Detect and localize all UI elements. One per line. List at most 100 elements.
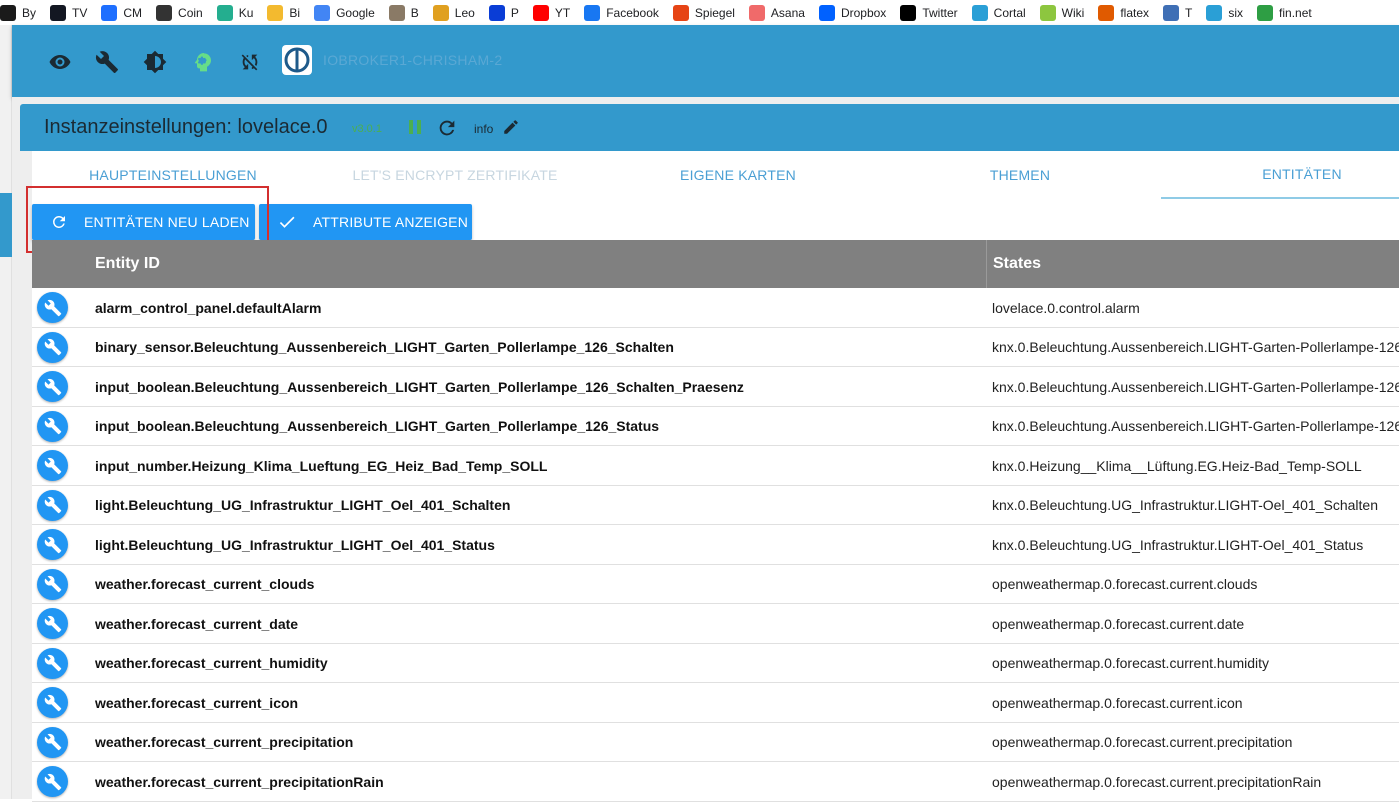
wrench-icon[interactable]	[94, 49, 120, 75]
edit-entity-wrench-icon[interactable]	[37, 568, 68, 600]
bookmark-p[interactable]: P	[488, 0, 519, 25]
bookmark-dropbox[interactable]: Dropbox	[818, 0, 886, 25]
iobroker-logo	[282, 45, 312, 75]
leo-icon	[432, 4, 449, 21]
table-row: alarm_control_panel.defaultAlarm lovelace…	[32, 288, 1399, 328]
state-cell: knx.0.Heizung__Klima__Lüftung.EG.Heiz-Ba…	[992, 457, 1362, 474]
table-row: weather.forecast_current_icon openweather…	[32, 683, 1399, 723]
cortal-icon	[971, 4, 988, 21]
pause-icon[interactable]	[406, 118, 424, 141]
table-row: weather.forecast_current_humidity openwea…	[32, 644, 1399, 683]
edit-entity-wrench-icon[interactable]	[37, 331, 68, 363]
state-cell: openweathermap.0.forecast.current.clouds	[992, 576, 1258, 592]
bookmark-cm[interactable]: CM	[101, 0, 142, 25]
edit-entity-wrench-icon[interactable]	[37, 410, 68, 442]
cm-icon	[101, 4, 118, 21]
state-cell: knx.0.Beleuchtung.Aussenbereich.LIGHT-Ga…	[992, 418, 1399, 434]
edit-entity-wrench-icon[interactable]	[37, 608, 68, 639]
top-app-bar: IOBROKER1-CHRISHAM-2	[12, 25, 1399, 97]
version-label: v3.0.1	[352, 123, 382, 135]
edit-entity-wrench-icon[interactable]	[37, 529, 68, 560]
bookmark-b[interactable]: B	[388, 0, 419, 25]
bookmark-tradingview[interactable]: TV	[50, 0, 87, 25]
tab-eigene-karten[interactable]: EIGENE KARTEN	[596, 151, 880, 199]
bookmark-label: Wiki	[1061, 5, 1085, 20]
bookmark-x[interactable]: Twitter	[900, 0, 958, 25]
bookmark-label: P	[510, 5, 519, 20]
edit-entity-wrench-icon[interactable]	[37, 726, 68, 758]
state-cell: knx.0.Beleuchtung.Aussenbereich.LIGHT-Ga…	[992, 339, 1399, 355]
bookmark-label: Spiegel	[694, 5, 735, 20]
bookmark-flatex[interactable]: flatex	[1098, 0, 1149, 25]
bookmark-asana[interactable]: Asana	[748, 0, 805, 25]
bookmark-binance[interactable]: Bi	[267, 0, 300, 25]
bookmark-label: T	[1185, 5, 1193, 20]
entity-id-cell: weather.forecast_current_precipitation	[95, 734, 354, 750]
check-icon	[277, 212, 297, 232]
kucoin-icon	[216, 4, 233, 21]
edit-pencil-icon[interactable]	[502, 118, 520, 141]
bookmarks-bar: By TV CM Coin Ku Bi Google B Leo P YT Facebook Spieg…	[0, 0, 1399, 25]
ex-icon	[1163, 4, 1180, 21]
bookmark-by[interactable]: By	[0, 0, 36, 25]
google-icon	[314, 4, 331, 21]
finnet-icon	[1257, 4, 1274, 21]
bookmark-label: six	[1228, 5, 1244, 20]
host-name: IOBROKER1-CHRISHAM-2	[323, 52, 503, 68]
by-icon	[0, 4, 16, 21]
state-cell: openweathermap.0.forecast.current.date	[992, 615, 1245, 632]
bookmark-leo[interactable]: Leo	[432, 0, 475, 25]
table-row: weather.forecast_current_date openweather…	[32, 604, 1399, 644]
entity-id-cell: weather.forecast_current_date	[95, 615, 299, 632]
bookmark-label: Google	[336, 5, 375, 20]
bookmark-label: Twitter	[922, 5, 958, 20]
entity-id-cell: weather.forecast_current_clouds	[95, 576, 315, 592]
show-attributes-button[interactable]: ATTRIBUTE ANZEIGEN	[259, 204, 472, 240]
state-cell: knx.0.Beleuchtung.UG_Infrastruktur.LIGHT…	[992, 497, 1378, 513]
table-row: weather.forecast_current_precipitation op…	[32, 723, 1399, 762]
entity-id-cell: light.Beleuchtung_UG_Infrastruktur_LIGHT…	[95, 536, 495, 553]
eye-icon[interactable]	[47, 49, 73, 75]
bookmark-label: Bi	[289, 5, 301, 20]
bookmark-youtube[interactable]: YT	[532, 0, 570, 25]
column-header-states[interactable]: States	[993, 240, 1041, 288]
expert-mode-head-icon[interactable]	[190, 49, 216, 75]
bookmark-wiki[interactable]: Wiki	[1039, 0, 1085, 25]
edit-entity-wrench-icon[interactable]	[37, 371, 68, 402]
edit-entity-wrench-icon[interactable]	[37, 450, 68, 481]
entity-id-cell: binary_sensor.Beleuchtung_Aussenbereich_…	[95, 339, 674, 355]
edit-entity-wrench-icon[interactable]	[37, 292, 68, 323]
bookmark-coin[interactable]: Coin	[156, 0, 203, 25]
edit-entity-wrench-icon[interactable]	[37, 687, 68, 718]
bookmark-label: B	[410, 5, 419, 20]
edit-entity-wrench-icon[interactable]	[37, 489, 68, 521]
p-icon	[488, 4, 505, 21]
youtube-icon	[532, 4, 549, 21]
entity-id-cell: weather.forecast_current_icon	[95, 694, 299, 711]
bookmark-facebook[interactable]: Facebook	[584, 0, 659, 25]
bookmark-finnet[interactable]: fin.net	[1257, 0, 1312, 25]
table-row: binary_sensor.Beleuchtung_Aussenbereich_…	[32, 328, 1399, 367]
table-row: weather.forecast_current_precipitationRa…	[32, 762, 1399, 802]
bookmark-ex[interactable]: T	[1163, 0, 1192, 25]
bookmark-six[interactable]: six	[1206, 0, 1243, 25]
tab-entitaeten[interactable]: ENTITÄTEN	[1161, 151, 1399, 199]
edit-entity-wrench-icon[interactable]	[37, 766, 68, 797]
brightness-icon[interactable]	[142, 49, 168, 75]
bookmark-google[interactable]: Google	[314, 0, 375, 25]
table-row: weather.forecast_current_clouds openweath…	[32, 565, 1399, 604]
table-row: light.Beleuchtung_UG_Infrastruktur_LIGHT…	[32, 525, 1399, 565]
sync-disabled-icon[interactable]	[237, 49, 263, 75]
tab-themen[interactable]: THEMEN	[880, 151, 1160, 199]
bookmark-kucoin[interactable]: Ku	[216, 0, 253, 25]
column-header-entity-id[interactable]: Entity ID	[95, 240, 160, 288]
bookmark-spiegel[interactable]: Spiegel	[672, 0, 735, 25]
edit-entity-wrench-icon[interactable]	[37, 647, 68, 679]
table-header: Entity ID States	[32, 240, 1399, 288]
dropbox-icon	[818, 4, 835, 21]
reload-icon[interactable]	[436, 117, 458, 144]
facebook-icon	[584, 4, 601, 21]
bookmark-cortal[interactable]: Cortal	[971, 0, 1026, 25]
info-link[interactable]: info	[474, 122, 493, 136]
left-sidebar-strip	[0, 25, 12, 799]
